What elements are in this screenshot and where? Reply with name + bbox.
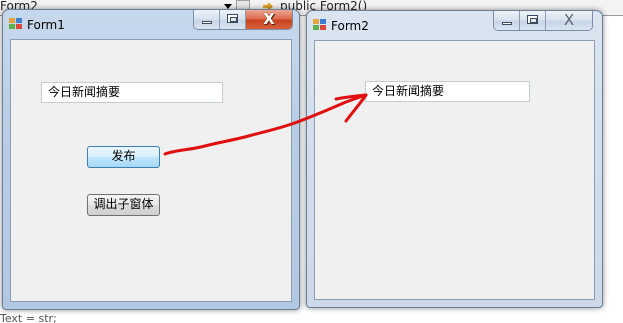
- open-child-window-button[interactable]: 调出子窗体: [87, 194, 160, 216]
- form1-client-area: 今日新闻摘要 发布 调出子窗体: [10, 39, 292, 302]
- form2-news-textbox-value: 今日新闻摘要: [372, 84, 445, 98]
- form1-titlebar[interactable]: Form1 X: [3, 10, 299, 38]
- form1-caption-buttons: X: [193, 10, 293, 30]
- form1-window: Form1 X 今日新闻摘要 发布 调出子窗体: [2, 9, 300, 310]
- form1-news-textbox-value: 今日新闻摘要: [48, 85, 121, 99]
- form2-titlebar[interactable]: Form2 X: [307, 11, 602, 39]
- close-icon: X: [263, 10, 275, 28]
- form2-minimize-button[interactable]: [494, 11, 520, 30]
- form1-close-button[interactable]: X: [246, 10, 292, 29]
- form2-close-button[interactable]: X: [546, 11, 592, 30]
- form2-news-textbox[interactable]: 今日新闻摘要: [365, 81, 530, 102]
- form1-news-textbox[interactable]: 今日新闻摘要: [41, 82, 223, 103]
- form1-maximize-button[interactable]: [220, 10, 246, 29]
- maximize-icon: [527, 15, 538, 24]
- code-line-fragment: Text = str;: [0, 312, 57, 323]
- close-icon: X: [563, 11, 575, 29]
- form1-minimize-button[interactable]: [194, 10, 220, 29]
- minimize-icon: [502, 22, 512, 25]
- form2-title: Form2: [331, 19, 369, 33]
- form1-title: Form1: [27, 18, 65, 32]
- publish-button[interactable]: 发布: [87, 146, 160, 168]
- form2-caption-buttons: X: [493, 11, 593, 31]
- minimize-icon: [202, 21, 212, 24]
- form2-window: Form2 X 今日新闻摘要: [306, 10, 603, 308]
- desktop-stage: Form2 public Form2() Text = str; Form2 X…: [0, 0, 623, 323]
- form1-app-icon: [9, 18, 23, 30]
- maximize-icon: [227, 14, 238, 23]
- form2-maximize-button[interactable]: [520, 11, 546, 30]
- form2-client-area: 今日新闻摘要: [314, 40, 595, 300]
- form2-app-icon: [313, 19, 327, 31]
